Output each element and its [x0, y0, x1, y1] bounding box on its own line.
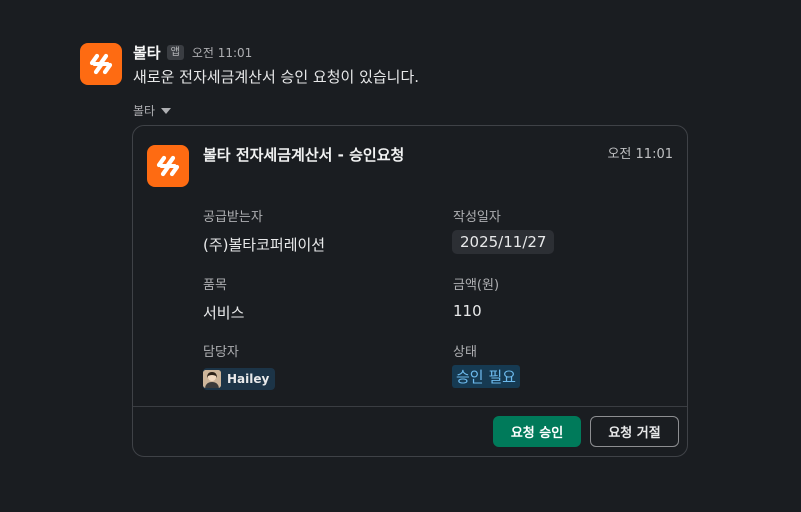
card-time: 오전 11:01 [607, 147, 673, 162]
reject-button[interactable]: 요청 거절 [590, 416, 679, 447]
owner-field: 담당자 Hailey [203, 341, 276, 392]
volta-logo-icon [89, 53, 113, 75]
user-avatar [203, 370, 221, 388]
approval-card: 볼타 전자세금계산서 - 승인요청 오전 11:01 공급받는자 (주)볼타코퍼… [132, 125, 688, 457]
app-avatar[interactable] [80, 43, 122, 85]
item-value: 서비스 [203, 304, 245, 322]
amount-field: 금액(원) 110 [453, 274, 499, 320]
message-time[interactable]: 오전 11:01 [192, 44, 252, 61]
caret-down-icon [161, 107, 172, 114]
date-label: 작성일자 [453, 210, 501, 225]
sender-name[interactable]: 볼타 [133, 42, 161, 63]
volta-logo-icon [156, 155, 180, 177]
amount-value: 110 [453, 302, 482, 320]
amount-label: 금액(원) [453, 278, 500, 293]
card-divider [133, 406, 687, 407]
status-badge: 승인 필요 [452, 365, 520, 388]
supplier-label: 공급받는자 [203, 210, 263, 225]
message-text: 새로운 전자세금계산서 승인 요청이 있습니다. [133, 68, 420, 86]
user-mention[interactable]: Hailey [203, 368, 276, 390]
app-badge: 앱 [166, 45, 184, 60]
supplier-value: (주)볼타코퍼레이션 [203, 236, 326, 254]
status-field: 상태 승인 필요 [452, 341, 520, 388]
user-name: Hailey [227, 372, 270, 386]
card-title: 볼타 전자세금계산서 - 승인요청 [203, 146, 405, 164]
attachment-label: 볼타 [133, 104, 156, 118]
owner-label: 담당자 [203, 345, 239, 360]
attachment-toggle[interactable]: 볼타 [133, 102, 172, 119]
date-value[interactable]: 2025/11/27 [452, 230, 555, 254]
card-logo [147, 145, 189, 187]
date-field: 작성일자 2025/11/27 [452, 206, 555, 254]
supplier-field: 공급받는자 (주)볼타코퍼레이션 [203, 206, 325, 255]
item-field: 품목 서비스 [203, 274, 244, 323]
item-label: 품목 [203, 278, 227, 293]
approve-button[interactable]: 요청 승인 [493, 416, 581, 447]
status-label: 상태 [453, 345, 477, 360]
